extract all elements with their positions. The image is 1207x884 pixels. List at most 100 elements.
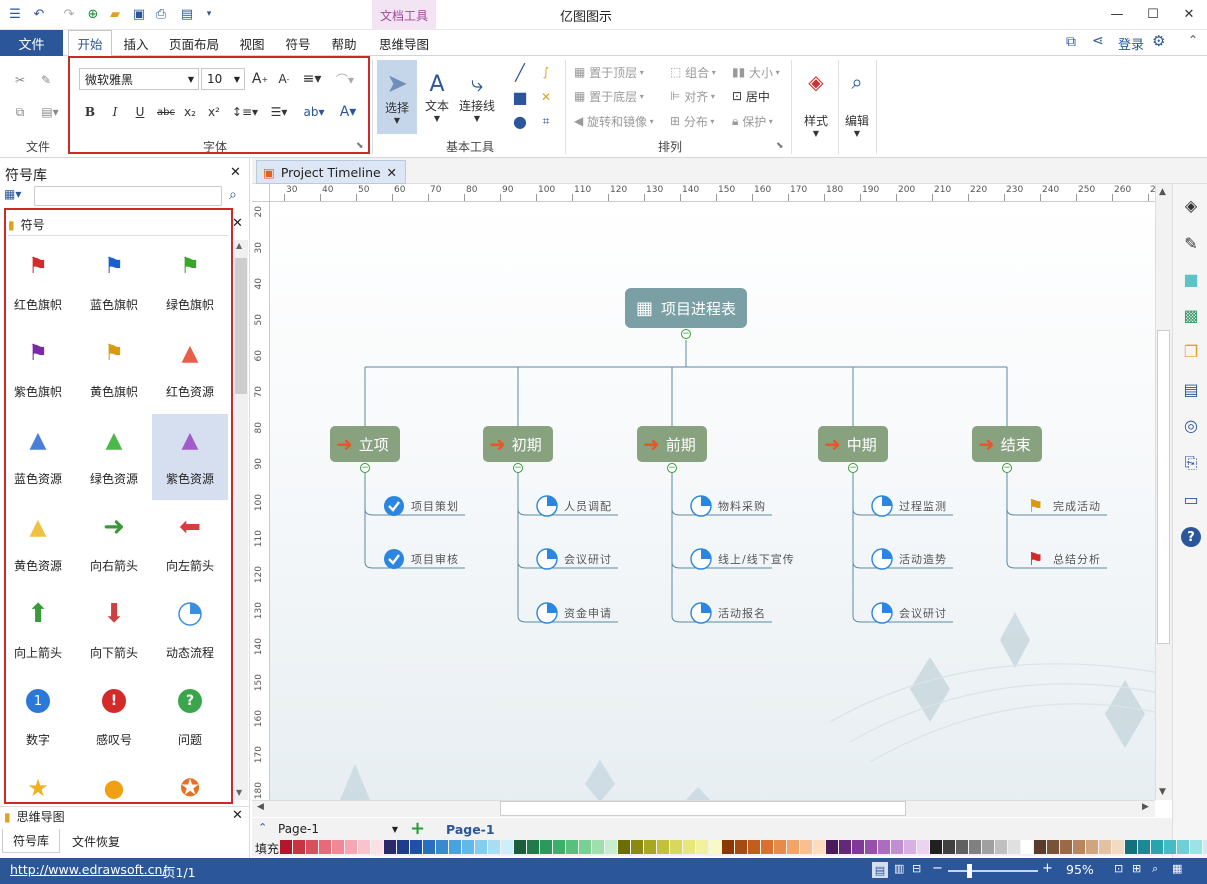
- color-swatch[interactable]: [384, 840, 396, 854]
- color-swatch[interactable]: [293, 840, 305, 854]
- collapse-ribbon-icon[interactable]: ⌃: [1188, 33, 1198, 47]
- phase-node[interactable]: ➜ 结束: [972, 426, 1042, 462]
- tab-symbol-library[interactable]: 符号库: [2, 829, 60, 853]
- outline-view-icon[interactable]: ▥: [894, 862, 904, 875]
- zoom-out-icon[interactable]: −: [932, 861, 943, 876]
- connector-tool-button[interactable]: ⤷ 连接线 ▼: [457, 60, 497, 134]
- rectangle-icon[interactable]: ■: [510, 87, 530, 107]
- symbol-blue-resource[interactable]: ▲ 蓝色资源: [0, 414, 76, 500]
- save-icon[interactable]: ▣: [130, 5, 148, 23]
- fit-page-icon[interactable]: ⊡: [1114, 862, 1123, 875]
- symbol-yellow-resource[interactable]: ▲ 黄色资源: [0, 501, 76, 587]
- color-swatch[interactable]: [995, 840, 1007, 854]
- cut-icon[interactable]: ✂: [10, 70, 30, 90]
- color-swatch[interactable]: [449, 840, 461, 854]
- color-swatch[interactable]: [566, 840, 578, 854]
- color-swatch[interactable]: [605, 840, 617, 854]
- scroll-left-icon[interactable]: ◀: [257, 802, 264, 812]
- symbol-up-arrow[interactable]: ⬆ 向上箭头: [0, 588, 76, 674]
- color-swatch[interactable]: [748, 840, 760, 854]
- color-swatch[interactable]: [1190, 840, 1202, 854]
- color-swatch[interactable]: [514, 840, 526, 854]
- color-swatch[interactable]: [1177, 840, 1189, 854]
- symbol-purple-flag[interactable]: ⚑ 紫色旗帜: [0, 327, 76, 413]
- size-button[interactable]: ▮▮ 大小 ▾: [732, 64, 780, 80]
- phase-node[interactable]: ➜ 前期: [637, 426, 707, 462]
- color-swatch[interactable]: [943, 840, 955, 854]
- bullets-icon[interactable]: ☰▾: [264, 102, 294, 122]
- leaf-node[interactable]: 会议研讨: [536, 548, 612, 570]
- mindmap-panel-header[interactable]: ▮ 思维导图: [0, 806, 250, 826]
- line-style-icon[interactable]: ✎: [1180, 232, 1202, 254]
- fit-width-icon[interactable]: ⊞: [1132, 862, 1141, 875]
- color-swatch[interactable]: [761, 840, 773, 854]
- color-swatch[interactable]: [1203, 840, 1207, 854]
- color-swatch[interactable]: [930, 840, 942, 854]
- scroll-up-icon[interactable]: ▲: [1159, 187, 1166, 197]
- copy-icon[interactable]: ⧉: [10, 102, 30, 122]
- color-swatch[interactable]: [1138, 840, 1150, 854]
- globe-icon[interactable]: ◎: [1180, 414, 1202, 436]
- collapse-toggle-icon[interactable]: −: [360, 463, 370, 473]
- print-icon[interactable]: ⎙: [152, 5, 170, 23]
- color-swatch[interactable]: [917, 840, 929, 854]
- leaf-node[interactable]: 活动造势: [871, 548, 947, 570]
- color-swatch[interactable]: [592, 840, 604, 854]
- color-swatch[interactable]: [527, 840, 539, 854]
- symbol-red-resource[interactable]: ▲ 红色资源: [152, 327, 228, 413]
- zoom-slider-track[interactable]: [948, 870, 1038, 872]
- color-swatch[interactable]: [1099, 840, 1111, 854]
- symbol-bulb[interactable]: ●: [76, 762, 152, 802]
- color-swatch[interactable]: [800, 840, 812, 854]
- color-swatch[interactable]: [657, 840, 669, 854]
- zoom-in-icon[interactable]: +: [1042, 861, 1053, 876]
- leaf-node[interactable]: 线上/线下宣传: [690, 548, 795, 570]
- align-button[interactable]: ⊫ 对齐 ▾: [670, 88, 715, 104]
- color-swatch[interactable]: [670, 840, 682, 854]
- color-swatch[interactable]: [891, 840, 903, 854]
- add-page-icon[interactable]: +: [410, 818, 425, 839]
- leaf-node[interactable]: 活动报名: [690, 602, 766, 624]
- leaf-node[interactable]: 项目审核: [383, 548, 459, 570]
- symbol-red-flag[interactable]: ⚑ 红色旗帜: [0, 240, 76, 326]
- color-swatch[interactable]: [735, 840, 747, 854]
- close-window-icon[interactable]: ✕: [1172, 0, 1206, 28]
- tab-help[interactable]: 帮助: [324, 30, 364, 56]
- page-select[interactable]: Page-1 ▼: [278, 821, 398, 837]
- symbol-exclamation[interactable]: ! 感叹号: [76, 675, 152, 761]
- collapse-toggle-icon[interactable]: −: [681, 329, 691, 339]
- library-menu-icon[interactable]: ▦▾: [4, 187, 32, 205]
- color-swatch[interactable]: [371, 840, 383, 854]
- settings-icon[interactable]: ⚙: [1152, 32, 1165, 50]
- zoom-region-icon[interactable]: ⌕: [1152, 862, 1158, 876]
- close-tab-icon[interactable]: ✕: [387, 165, 397, 180]
- page-icon[interactable]: ▤: [1180, 378, 1202, 400]
- style-button[interactable]: ◈ 样式 ▼: [798, 62, 834, 146]
- open-icon[interactable]: ▰: [106, 5, 124, 23]
- color-swatch[interactable]: [540, 840, 552, 854]
- color-swatch[interactable]: [852, 840, 864, 854]
- select-tool-button[interactable]: ➤ 选择 ▼: [377, 60, 417, 134]
- strikethrough-icon[interactable]: abc: [155, 102, 177, 122]
- redo-icon[interactable]: ↷: [60, 5, 78, 23]
- collapse-toggle-icon[interactable]: −: [1002, 463, 1012, 473]
- point-icon[interactable]: ✕: [536, 87, 556, 107]
- document-tab[interactable]: ▣ Project Timeline ✕: [256, 160, 406, 184]
- line-icon[interactable]: ╱: [510, 62, 530, 82]
- color-swatch[interactable]: [839, 840, 851, 854]
- symbol-purple-resource[interactable]: ▲ 紫色资源: [152, 414, 228, 500]
- color-swatch[interactable]: [813, 840, 825, 854]
- bold-icon[interactable]: B: [80, 102, 100, 122]
- color-swatch[interactable]: [774, 840, 786, 854]
- bring-front-button[interactable]: ▦ 置于顶层 ▾: [574, 64, 644, 80]
- share-screen-icon[interactable]: ⧉: [1066, 34, 1076, 50]
- symbol-green-resource[interactable]: ▲ 绿色资源: [76, 414, 152, 500]
- tab-home[interactable]: 开始: [68, 30, 112, 56]
- color-swatch[interactable]: [982, 840, 994, 854]
- symbol-medal[interactable]: ✪: [152, 762, 228, 802]
- comment-icon[interactable]: ▭: [1180, 488, 1202, 510]
- symbol-number[interactable]: 1 数字: [0, 675, 76, 761]
- color-swatch[interactable]: [644, 840, 656, 854]
- close-mindmap-panel-icon[interactable]: ✕: [232, 808, 243, 823]
- symbol-blue-flag[interactable]: ⚑ 蓝色旗帜: [76, 240, 152, 326]
